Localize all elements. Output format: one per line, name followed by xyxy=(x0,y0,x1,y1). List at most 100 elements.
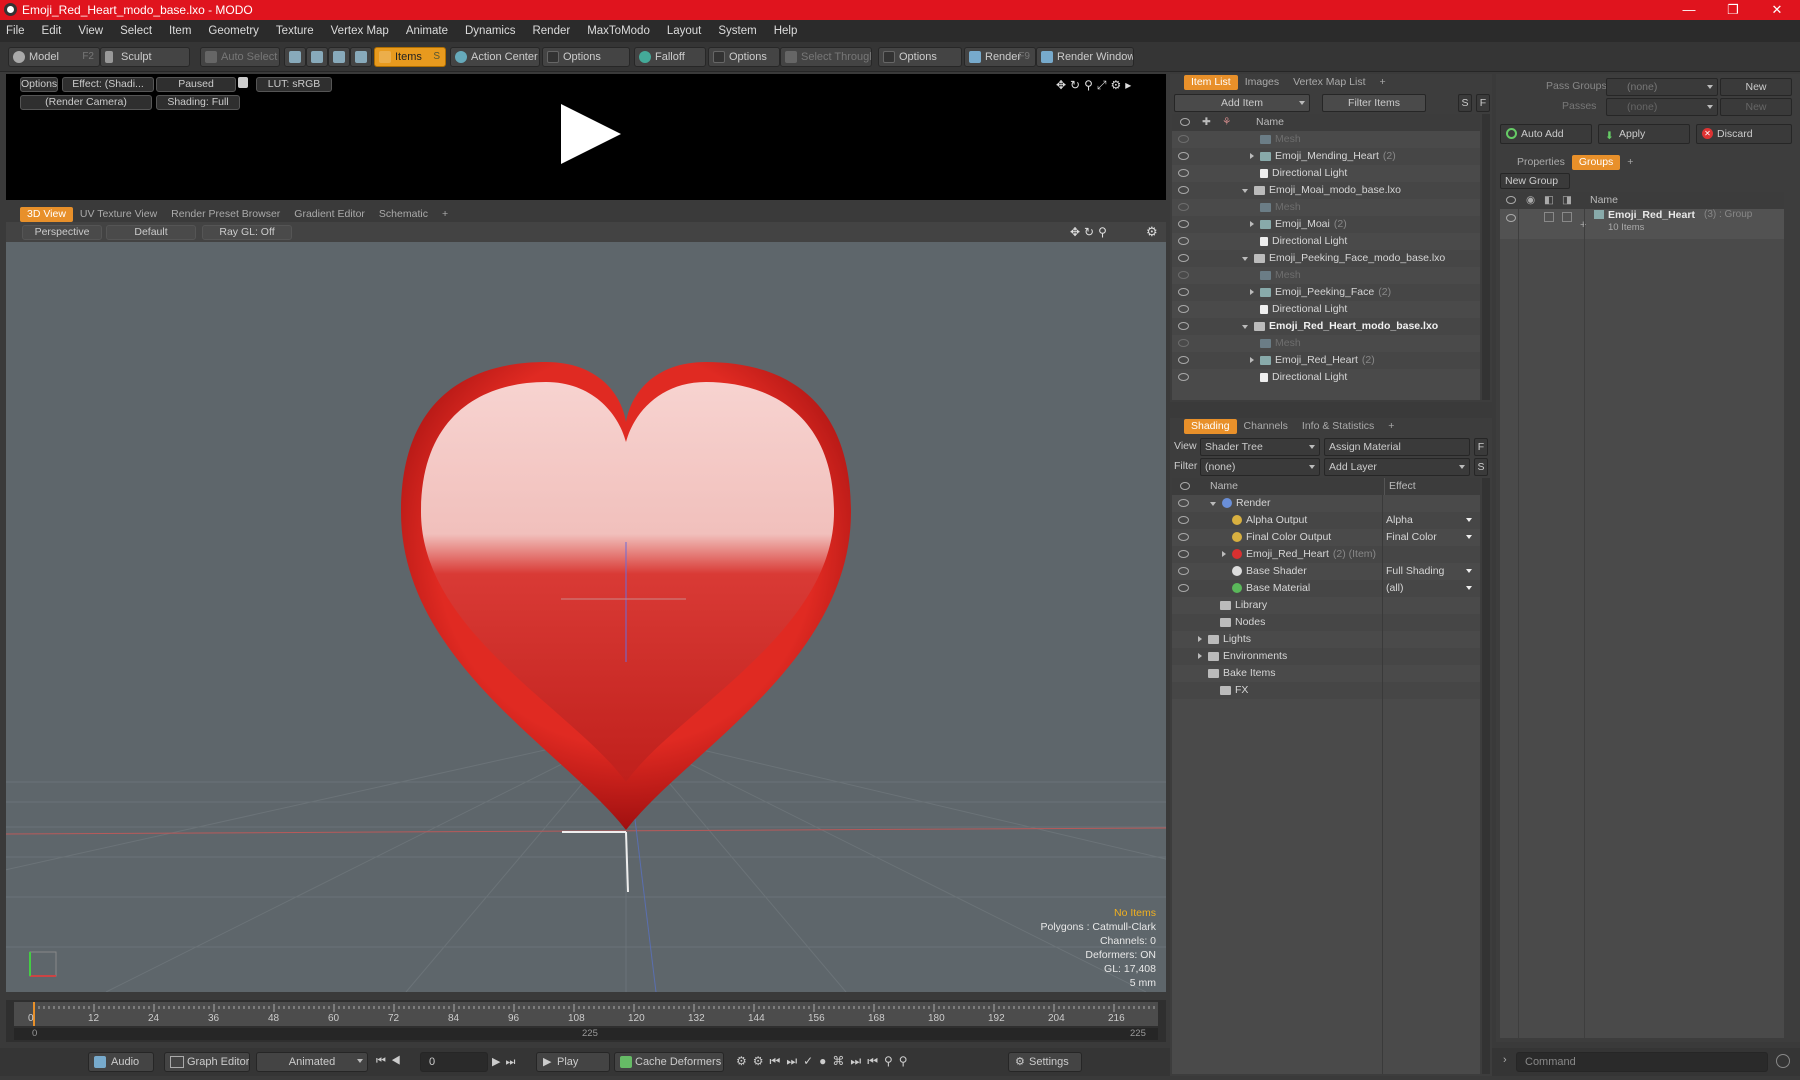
materials-mode-button[interactable] xyxy=(350,47,372,67)
eye-icon[interactable] xyxy=(1178,152,1189,160)
eye-icon[interactable] xyxy=(1178,584,1189,592)
eye-icon[interactable] xyxy=(1178,567,1189,575)
perspective-dropdown[interactable]: Perspective xyxy=(22,225,102,240)
eye-icon[interactable] xyxy=(1178,254,1189,262)
shader-row[interactable]: Final Color Output Final Color xyxy=(1172,529,1480,546)
menu-system[interactable]: System xyxy=(718,25,756,37)
expand-icon[interactable] xyxy=(1250,289,1254,295)
item-list-row[interactable]: Emoji_Peeking_Face (2) xyxy=(1172,284,1480,301)
item-list-f-button[interactable]: F xyxy=(1476,94,1490,112)
menu-edit[interactable]: Edit xyxy=(42,25,62,37)
skip-forward-controls[interactable]: ▶⏭ xyxy=(492,1055,520,1069)
select-through-options-button[interactable]: Options xyxy=(878,47,962,67)
collapse-icon[interactable] xyxy=(1242,257,1248,261)
pass-groups-dropdown[interactable]: (none) xyxy=(1606,78,1718,96)
render-button[interactable]: Render F9 xyxy=(964,47,1036,67)
shader-row[interactable]: Environments xyxy=(1172,648,1480,665)
menu-select[interactable]: Select xyxy=(120,25,152,37)
shader-row[interactable]: Library xyxy=(1172,597,1480,614)
shader-row[interactable]: FX xyxy=(1172,682,1480,699)
eye-icon[interactable] xyxy=(1178,288,1189,296)
lock-icon[interactable] xyxy=(238,77,248,88)
3d-viewport[interactable]: Perspective Default Ray GL: Off ✥↻⚲ ⚙ No… xyxy=(6,222,1166,992)
item-list-row[interactable]: Mesh xyxy=(1172,131,1480,148)
item-list-row[interactable]: Emoji_Moai (2) xyxy=(1172,216,1480,233)
edges-mode-button[interactable] xyxy=(306,47,328,67)
eye-icon[interactable] xyxy=(1178,135,1189,143)
raygl-dropdown[interactable]: Ray GL: Off xyxy=(202,225,292,240)
expand-icon[interactable] xyxy=(1250,153,1254,159)
timeline-range-bar[interactable]: 0 225 225 xyxy=(14,1028,1158,1040)
items-mode-button[interactable]: Items S xyxy=(374,47,446,67)
model-mode-button[interactable]: Model F2 xyxy=(8,47,100,67)
item-list-scrollbar[interactable] xyxy=(1482,114,1490,400)
effect-dropdown[interactable]: Full Shading xyxy=(1386,563,1476,580)
default-dropdown[interactable]: Default xyxy=(106,225,196,240)
collapse-icon[interactable] xyxy=(1242,325,1248,329)
menu-file[interactable]: File xyxy=(6,25,25,37)
effect-dropdown[interactable]: Effect: (Shadi... xyxy=(62,77,154,92)
tab-3d-view[interactable]: 3D View xyxy=(20,207,73,222)
effect-dropdown[interactable]: (all) xyxy=(1386,580,1476,597)
menu-view[interactable]: View xyxy=(78,25,103,37)
shader-row[interactable]: Emoji_Red_Heart (2) (Item) xyxy=(1172,546,1480,563)
eye-icon[interactable] xyxy=(1178,186,1189,194)
shading-s-button[interactable]: S xyxy=(1474,458,1488,476)
eye-icon[interactable] xyxy=(1178,373,1189,381)
item-list-row[interactable]: Emoji_Red_Heart (2) xyxy=(1172,352,1480,369)
eye-icon[interactable] xyxy=(1178,550,1189,558)
expand-icon[interactable] xyxy=(1198,653,1202,659)
item-list-row[interactable]: Mesh xyxy=(1172,335,1480,352)
shader-tree-scrollbar[interactable] xyxy=(1482,478,1490,1074)
menu-maxtomodo[interactable]: MaxToModo xyxy=(587,25,650,37)
lut-dropdown[interactable]: LUT: sRGB xyxy=(256,77,332,92)
new-pass-button[interactable]: New xyxy=(1720,98,1792,116)
add-tab-button[interactable]: + xyxy=(1381,419,1401,434)
shader-row[interactable]: Alpha Output Alpha xyxy=(1172,512,1480,529)
menu-texture[interactable]: Texture xyxy=(276,25,314,37)
filter-items-button[interactable]: Filter Items xyxy=(1322,94,1426,112)
apply-button[interactable]: ⬇ Apply xyxy=(1598,124,1690,144)
item-list-row[interactable]: Emoji_Mending_Heart (2) xyxy=(1172,148,1480,165)
eye-icon[interactable] xyxy=(1178,237,1189,245)
new-group-button[interactable]: New Group xyxy=(1500,173,1570,189)
heart-model[interactable] xyxy=(421,382,834,782)
item-list-row[interactable]: Mesh xyxy=(1172,267,1480,284)
add-tab-button[interactable]: + xyxy=(1620,155,1640,170)
play-icon[interactable] xyxy=(561,104,621,164)
filter-dropdown[interactable]: (none) xyxy=(1200,458,1320,476)
maximize-button[interactable]: ❐ xyxy=(1710,0,1756,20)
new-pass-group-button[interactable]: New xyxy=(1720,78,1792,96)
eye-icon[interactable] xyxy=(1178,356,1189,364)
shader-row[interactable]: Render xyxy=(1172,495,1480,512)
expand-icon[interactable] xyxy=(1250,221,1254,227)
audio-button[interactable]: Audio xyxy=(88,1052,154,1072)
timeline[interactable]: 0 12 24 36 48 60 72 84 96 108 120 132 144 156 168 180 19… xyxy=(6,1000,1166,1042)
eye-icon[interactable] xyxy=(1178,220,1189,228)
item-list-row[interactable]: Emoji_Peeking_Face_modo_base.lxo xyxy=(1172,250,1480,267)
shader-row[interactable]: Bake Items xyxy=(1172,665,1480,682)
falloff-options-button[interactable]: Options xyxy=(708,47,780,67)
play-button[interactable]: ▶ Play xyxy=(536,1052,610,1072)
tab-properties[interactable]: Properties xyxy=(1510,155,1572,170)
tab-shading[interactable]: Shading xyxy=(1184,419,1237,434)
action-center-button[interactable]: Action Center xyxy=(450,47,540,67)
eye-icon[interactable] xyxy=(1178,169,1189,177)
item-list-row[interactable]: Emoji_Red_Heart_modo_base.lxo xyxy=(1172,318,1480,335)
tab-gradient-editor[interactable]: Gradient Editor xyxy=(287,207,372,222)
tab-item-list[interactable]: Item List xyxy=(1184,75,1238,90)
render-camera-dropdown[interactable]: (Render Camera) xyxy=(20,95,152,110)
render-window-button[interactable]: Render Window xyxy=(1036,47,1134,67)
shading-f-button[interactable]: F xyxy=(1474,438,1488,456)
add-layer-dropdown[interactable]: Add Layer xyxy=(1324,458,1470,476)
shading-dropdown[interactable]: Shading: Full xyxy=(156,95,240,110)
viewport-nav-icons[interactable]: ✥↻⚲ xyxy=(1070,225,1111,239)
eye-icon[interactable] xyxy=(1178,305,1189,313)
discard-button[interactable]: ✕ Discard xyxy=(1696,124,1792,144)
command-history-icon[interactable] xyxy=(1776,1054,1790,1068)
lock-checkbox[interactable] xyxy=(1544,212,1554,222)
vertices-mode-button[interactable] xyxy=(284,47,306,67)
select-through-button[interactable]: Select Through xyxy=(780,47,872,67)
group-row[interactable]: + Emoji_Red_Heart (3) : Group 10 Items xyxy=(1500,209,1784,239)
shader-row[interactable]: Nodes xyxy=(1172,614,1480,631)
